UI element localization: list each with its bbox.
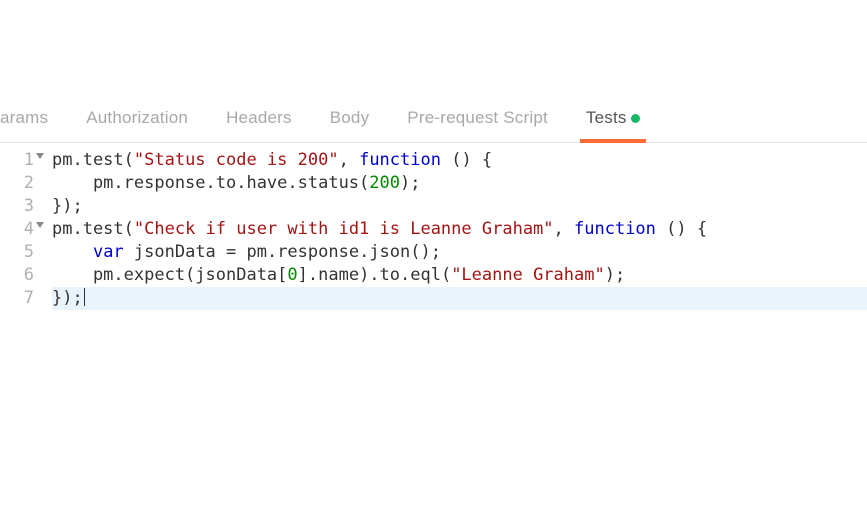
- tab-body[interactable]: Body: [330, 108, 370, 134]
- code-line: var jsonData = pm.response.json();: [52, 241, 867, 264]
- code-line: pm.test("Check if user with id1 is Leann…: [52, 218, 867, 241]
- line-number: 2: [0, 172, 34, 195]
- line-number: 3: [0, 195, 34, 218]
- code-area[interactable]: pm.test("Status code is 200", function (…: [38, 149, 867, 310]
- line-number-gutter: 1 2 3 4 5 6 7: [0, 149, 38, 310]
- tab-authorization[interactable]: Authorization: [86, 108, 188, 134]
- tab-tests-label: Tests: [586, 108, 627, 127]
- top-spacer: [0, 0, 867, 108]
- line-number: 5: [0, 241, 34, 264]
- code-editor[interactable]: 1 2 3 4 5 6 7 pm.test("Status code is 20…: [0, 143, 867, 310]
- tab-headers[interactable]: Headers: [226, 108, 292, 134]
- code-line: pm.test("Status code is 200", function (…: [52, 149, 867, 172]
- tab-tests[interactable]: Tests: [586, 108, 640, 134]
- tab-prerequest-script[interactable]: Pre-request Script: [407, 108, 548, 134]
- code-line: pm.expect(jsonData[0].name).to.eql("Lean…: [52, 264, 867, 287]
- code-line: });: [52, 287, 867, 310]
- code-line: });: [52, 195, 867, 218]
- line-number: 4: [0, 218, 34, 241]
- line-number: 7: [0, 287, 34, 310]
- unsaved-indicator-icon: [631, 114, 640, 123]
- tab-params[interactable]: arams: [0, 108, 48, 134]
- code-line: pm.response.to.have.status(200);: [52, 172, 867, 195]
- line-number: 1: [0, 149, 34, 172]
- text-cursor: [84, 288, 85, 306]
- line-number: 6: [0, 264, 34, 287]
- request-tabs: arams Authorization Headers Body Pre-req…: [0, 108, 867, 143]
